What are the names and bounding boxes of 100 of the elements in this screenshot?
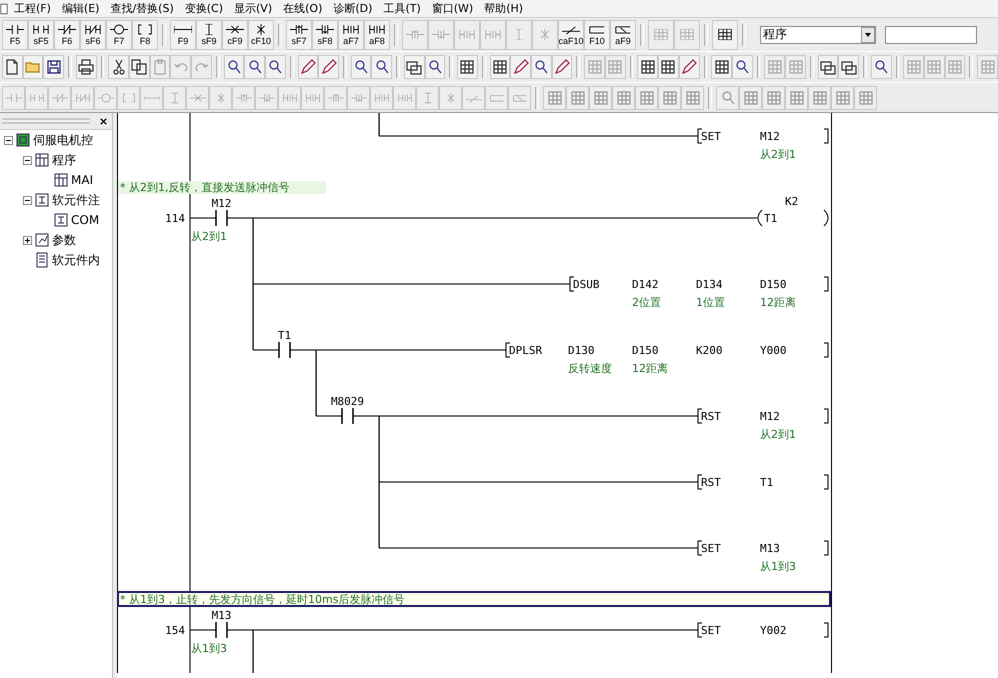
menu-item[interactable]: 查找/替换(S) <box>110 1 174 16</box>
close-icon[interactable] <box>99 116 108 126</box>
contact-icon[interactable] <box>278 341 291 359</box>
grid-icon <box>662 90 678 106</box>
closed-contact-icon <box>58 24 76 34</box>
tree-item[interactable]: 软元件内 <box>52 252 100 268</box>
toolbar-button[interactable] <box>552 55 572 79</box>
toolbar-button[interactable] <box>637 55 658 79</box>
toolbar-button[interactable]: F10 <box>584 20 610 50</box>
bracket-icon <box>698 408 702 424</box>
toolbar-button[interactable] <box>838 55 860 79</box>
instruction-name: RST <box>701 410 721 423</box>
toolbar-button[interactable] <box>870 55 892 79</box>
expand-icon[interactable] <box>23 236 32 244</box>
tree-item[interactable]: COM <box>71 213 100 227</box>
line-symbol-icon <box>588 24 606 34</box>
rung-comment[interactable]: * 从2到1,反转，直接发送脉冲信号 <box>118 181 326 194</box>
grid-icon <box>980 59 996 75</box>
mode-dropdown[interactable]: 程序 <box>760 26 876 44</box>
menu-item[interactable]: 工程(F) <box>14 1 51 16</box>
toolbar-button[interactable] <box>371 55 392 79</box>
toolbar-button[interactable] <box>265 55 286 79</box>
toolbar-button[interactable]: sF5 <box>28 20 54 50</box>
toolbar-button[interactable] <box>2 55 23 79</box>
toolbar-button[interactable] <box>531 55 552 79</box>
toolbar-button[interactable] <box>712 20 738 50</box>
tree-item[interactable]: 程序 <box>52 152 76 168</box>
toolbar-button[interactable] <box>404 55 425 79</box>
grid-icon <box>858 90 874 106</box>
toolbar-button[interactable]: aF7 <box>338 20 364 50</box>
device-comment: 从2到1 <box>760 148 796 161</box>
toolbar-button[interactable] <box>711 55 732 79</box>
toolbar-button[interactable] <box>318 55 339 79</box>
toolbar-button[interactable] <box>129 55 150 79</box>
collapse-icon[interactable] <box>23 156 32 164</box>
toolbar-button[interactable]: aF8 <box>364 20 390 50</box>
tree-item[interactable]: 软元件注 <box>52 192 100 208</box>
input-field[interactable] <box>885 26 977 44</box>
toolbar-button[interactable]: sF8 <box>312 20 338 50</box>
toolbar-button[interactable] <box>658 55 679 79</box>
toolbar-button[interactable]: F9 <box>170 20 196 50</box>
toolbar-button[interactable] <box>678 55 700 79</box>
toolbar-button[interactable] <box>510 55 532 79</box>
toolbar-button[interactable] <box>76 55 97 79</box>
toolbar-button[interactable] <box>818 55 838 79</box>
tree-item[interactable]: MAI <box>71 173 94 187</box>
toolbar-button[interactable]: cF10 <box>248 20 274 50</box>
grid-icon <box>834 90 850 106</box>
operand: D142 <box>632 278 658 291</box>
line-delete-icon <box>226 24 244 34</box>
grid-icon <box>492 59 508 75</box>
toolbar-button[interactable]: caF10 <box>558 20 584 50</box>
device-label: T1 <box>278 329 292 342</box>
menu-item[interactable]: 编辑(E) <box>62 1 100 16</box>
tree-item[interactable]: 参数 <box>52 232 76 248</box>
toolbar-button[interactable] <box>298 55 318 79</box>
toolbar-button[interactable] <box>43 55 64 79</box>
menu-item[interactable]: 窗口(W) <box>432 1 474 16</box>
comment-icon <box>35 192 49 208</box>
toolbar-button[interactable]: F8 <box>132 20 158 50</box>
device-comment: 2位置 <box>632 296 661 309</box>
bracket-icon <box>698 474 702 490</box>
toolbar-button[interactable] <box>732 55 753 79</box>
menu-item[interactable]: 变换(C) <box>184 1 224 16</box>
parallel-pulse-icon <box>458 29 476 40</box>
toolbar-button[interactable] <box>424 55 446 79</box>
toolbar-button[interactable] <box>224 55 244 79</box>
magnifier-icon <box>720 90 736 106</box>
contact-icon[interactable] <box>215 621 228 639</box>
grid-icon <box>714 59 730 75</box>
toolbar-button[interactable]: sF7 <box>286 20 312 50</box>
menu-item[interactable]: 工具(T) <box>383 1 421 16</box>
contact-icon[interactable] <box>341 407 354 425</box>
collapse-icon[interactable] <box>23 196 32 204</box>
menu-item[interactable]: 在线(O) <box>283 1 322 16</box>
menu-item[interactable]: 帮助(H) <box>484 1 524 16</box>
toolbar-button[interactable]: sF9 <box>196 20 222 50</box>
toolbar-button[interactable]: aF9 <box>610 20 636 50</box>
coil-device: T1 <box>764 212 778 225</box>
toolbar-button[interactable]: F7 <box>106 20 132 50</box>
toolbar-button[interactable]: F6 <box>54 20 80 50</box>
device-comment: 1位置 <box>696 296 725 309</box>
new-file-icon <box>4 59 20 75</box>
grid-icon <box>716 29 734 40</box>
toolbar-button[interactable]: sF6 <box>80 20 106 50</box>
rung-comment[interactable]: * 从1到3，止转，先发方向信号，延时10ms后发脉冲信号 <box>117 591 831 607</box>
toolbar-button[interactable] <box>108 55 130 79</box>
operand: M13 <box>760 542 780 555</box>
contact-icon[interactable] <box>215 209 228 227</box>
toolbar-button[interactable] <box>490 55 510 79</box>
toolbar-button[interactable] <box>457 55 478 79</box>
toolbar-button[interactable] <box>244 55 266 79</box>
toolbar-button[interactable] <box>350 55 372 79</box>
device-label: M13 <box>212 609 232 622</box>
collapse-icon[interactable] <box>4 136 13 144</box>
toolbar-button[interactable]: F5 <box>2 20 28 50</box>
menu-item[interactable]: 诊断(D) <box>333 1 372 16</box>
tree-item[interactable]: 伺服电机控 <box>33 132 93 148</box>
toolbar-button[interactable]: cF9 <box>222 20 248 50</box>
menu-item[interactable]: 显示(V) <box>234 1 272 16</box>
